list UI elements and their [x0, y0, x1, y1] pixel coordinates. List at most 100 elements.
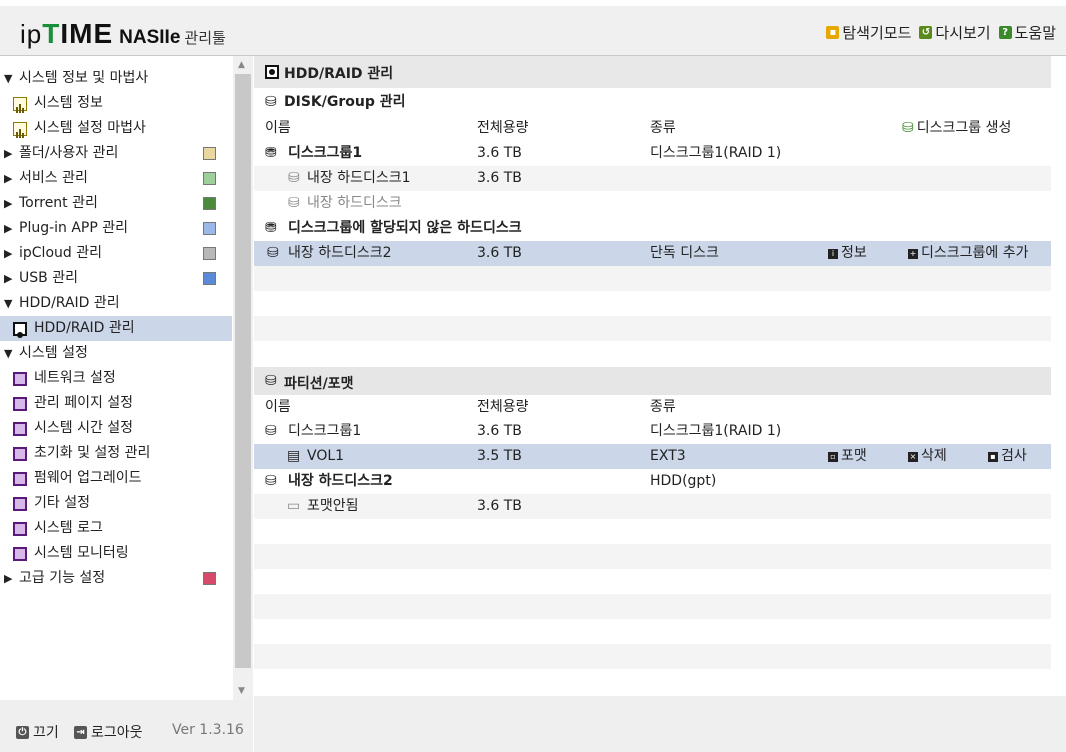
add-to-group-label: 디스크그룹에 추가 — [921, 245, 1029, 261]
scroll-thumb[interactable] — [235, 74, 251, 668]
table-row[interactable]: ⛁ 디스크그룹1 3.6 TB 디스크그룹1(RAID 1) — [254, 419, 1051, 444]
nav-group-hdd-raid[interactable]: ▼ HDD/RAID 관리 — [0, 291, 232, 316]
table-row[interactable]: ⛁ 내장 하드디스크2 HDD(gpt) — [254, 469, 1051, 494]
sidebar-scrollbar[interactable]: ▲ ▼ — [233, 56, 253, 700]
explorer-mode-link[interactable]: ▪ 탐색기모드 — [826, 22, 911, 43]
nav-item-system-monitor[interactable]: 시스템 모니터링 — [0, 541, 232, 566]
nav-group-advanced[interactable]: ▶ 고급 기능 설정 — [0, 566, 232, 591]
format-button[interactable]: ▫ 포맷 — [828, 444, 867, 469]
delete-icon: × — [908, 451, 918, 462]
expand-open-icon: ▼ — [4, 72, 13, 85]
nav-label: 네트워크 설정 — [34, 370, 116, 386]
info-button[interactable]: i 정보 — [828, 241, 867, 266]
empty-row — [254, 519, 1051, 544]
table-row[interactable]: ⛃ 디스크그룹1 3.6 TB 디스크그룹1(RAID 1) — [254, 141, 1051, 166]
nav-label: 시스템 정보 — [34, 95, 103, 111]
nav-item-system-info[interactable]: 시스템 정보 — [0, 91, 232, 116]
expand-closed-icon: ▶ — [4, 222, 13, 235]
nav-item-misc-settings[interactable]: 기타 설정 — [0, 491, 232, 516]
row-name: 내장 하드디스크2 — [288, 473, 393, 489]
explorer-mode-label: 탐색기모드 — [842, 24, 912, 42]
usb-icon — [203, 272, 216, 285]
nav-item-firmware[interactable]: 펌웨어 업그레이드 — [0, 466, 232, 491]
nav-group-ipcloud[interactable]: ▶ ipCloud 관리 — [0, 241, 232, 266]
nav-label: USB 관리 — [19, 270, 78, 286]
nav-group-usb[interactable]: ▶ USB 관리 — [0, 266, 232, 291]
logout-icon: ⇥ — [74, 725, 87, 739]
col-capacity: 전체용량 — [477, 120, 529, 136]
row-type: EXT3 — [650, 448, 686, 464]
hdd-icon — [265, 65, 279, 79]
empty-row — [254, 669, 1051, 694]
nav-item-reset-config[interactable]: 초기화 및 설정 관리 — [0, 441, 232, 466]
table-row[interactable]: ⛁ 내장 하드디스크1 3.6 TB — [254, 166, 1051, 191]
check-icon: ▪ — [988, 451, 998, 462]
nav-label: 시스템 설정 마법사 — [34, 120, 146, 136]
help-label: 도움말 — [1014, 24, 1056, 42]
settings-icon — [13, 522, 27, 536]
nav-item-system-time[interactable]: 시스템 시간 설정 — [0, 416, 232, 441]
cloud-icon — [203, 247, 216, 260]
partition-section-header: ⛁ 파티션/포맷 — [254, 367, 1051, 396]
check-button[interactable]: ▪ 검사 — [988, 444, 1027, 469]
empty-row — [254, 644, 1051, 669]
disk-group-icon: ⛃ — [265, 220, 277, 236]
folder-user-icon — [203, 147, 216, 160]
scroll-up-icon[interactable]: ▲ — [238, 60, 245, 70]
info-label: 정보 — [841, 245, 867, 261]
nav-item-setup-wizard[interactable]: 시스템 설정 마법사 — [0, 116, 232, 141]
disk-icon: ⛁ — [265, 473, 277, 489]
nav-label: 시스템 모니터링 — [34, 545, 129, 561]
settings-icon — [13, 372, 27, 386]
nav-group-plugin[interactable]: ▶ Plug-in APP 관리 — [0, 216, 232, 241]
unformatted-icon: ▭ — [287, 498, 301, 514]
sidebar-nav: ▼ 시스템 정보 및 마법사 시스템 정보 시스템 설정 마법사 ▶ 폴더/사용… — [0, 56, 232, 700]
add-to-group-button[interactable]: + 디스크그룹에 추가 — [908, 241, 1029, 266]
table-row[interactable]: ▭ 포맷안됨 3.6 TB — [254, 494, 1051, 519]
nav-label: ipCloud 관리 — [19, 245, 102, 261]
nav-label: 기타 설정 — [34, 495, 90, 511]
disk-group-icon: ⛁ — [265, 423, 277, 439]
create-group-button[interactable]: ⛁ 디스크그룹 생성 — [902, 116, 1011, 141]
reload-link[interactable]: ↺ 다시보기 — [919, 22, 991, 43]
info-icon: i — [828, 248, 838, 259]
nav-item-hdd-raid[interactable]: HDD/RAID 관리 — [0, 316, 232, 341]
torrent-icon — [203, 197, 216, 210]
row-name: 내장 하드디스크 — [307, 195, 402, 211]
plugin-icon — [203, 222, 216, 235]
format-label: 포맷 — [841, 448, 867, 464]
logo-tool: 관리툴 — [184, 29, 226, 47]
power-off-label: 끄기 — [33, 725, 59, 741]
table-row[interactable]: ▤ VOL1 3.5 TB EXT3 ▫ 포맷 × 삭제 ▪ 검사 — [254, 444, 1051, 469]
expand-closed-icon: ▶ — [4, 197, 13, 210]
help-link[interactable]: ? 도움말 — [998, 22, 1056, 43]
scroll-down-icon[interactable]: ▼ — [238, 686, 245, 696]
nav-group-system-settings[interactable]: ▼ 시스템 설정 — [0, 341, 232, 366]
row-capacity: 3.6 TB — [477, 245, 522, 261]
nav-label: HDD/RAID 관리 — [34, 320, 135, 336]
nav-group-service[interactable]: ▶ 서비스 관리 — [0, 166, 232, 191]
settings-icon — [13, 497, 27, 511]
delete-button[interactable]: × 삭제 — [908, 444, 947, 469]
row-name: 디스크그룹1 — [288, 145, 363, 161]
expand-open-icon: ▼ — [4, 347, 13, 360]
nav-group-torrent[interactable]: ▶ Torrent 관리 — [0, 191, 232, 216]
table-row[interactable]: ⛁ 내장 하드디스크2 3.6 TB 단독 디스크 i 정보 + 디스크그룹에 … — [254, 241, 1051, 266]
logout-button[interactable]: ⇥ 로그아웃 — [74, 722, 143, 742]
col-name: 이름 — [265, 120, 291, 136]
unassigned-label: 디스크그룹에 할당되지 않은 하드디스크 — [288, 220, 522, 236]
col-type: 종류 — [650, 399, 676, 415]
nav-group-system-info[interactable]: ▼ 시스템 정보 및 마법사 — [0, 66, 232, 91]
col-name: 이름 — [265, 399, 291, 415]
col-capacity: 전체용량 — [477, 399, 529, 415]
nav-item-system-log[interactable]: 시스템 로그 — [0, 516, 232, 541]
nav-group-folder-user[interactable]: ▶ 폴더/사용자 관리 — [0, 141, 232, 166]
nav-item-network[interactable]: 네트워크 설정 — [0, 366, 232, 391]
nav-item-admin-page[interactable]: 관리 페이지 설정 — [0, 391, 232, 416]
power-off-button[interactable]: ⏻ 끄기 — [16, 722, 59, 742]
reload-label: 다시보기 — [935, 24, 991, 42]
unassigned-header: ⛃ 디스크그룹에 할당되지 않은 하드디스크 — [254, 216, 1051, 241]
logo-ip: ip — [20, 19, 43, 49]
table-row[interactable]: ⛁ 내장 하드디스크 — [254, 191, 1051, 216]
row-capacity: 3.5 TB — [477, 448, 522, 464]
